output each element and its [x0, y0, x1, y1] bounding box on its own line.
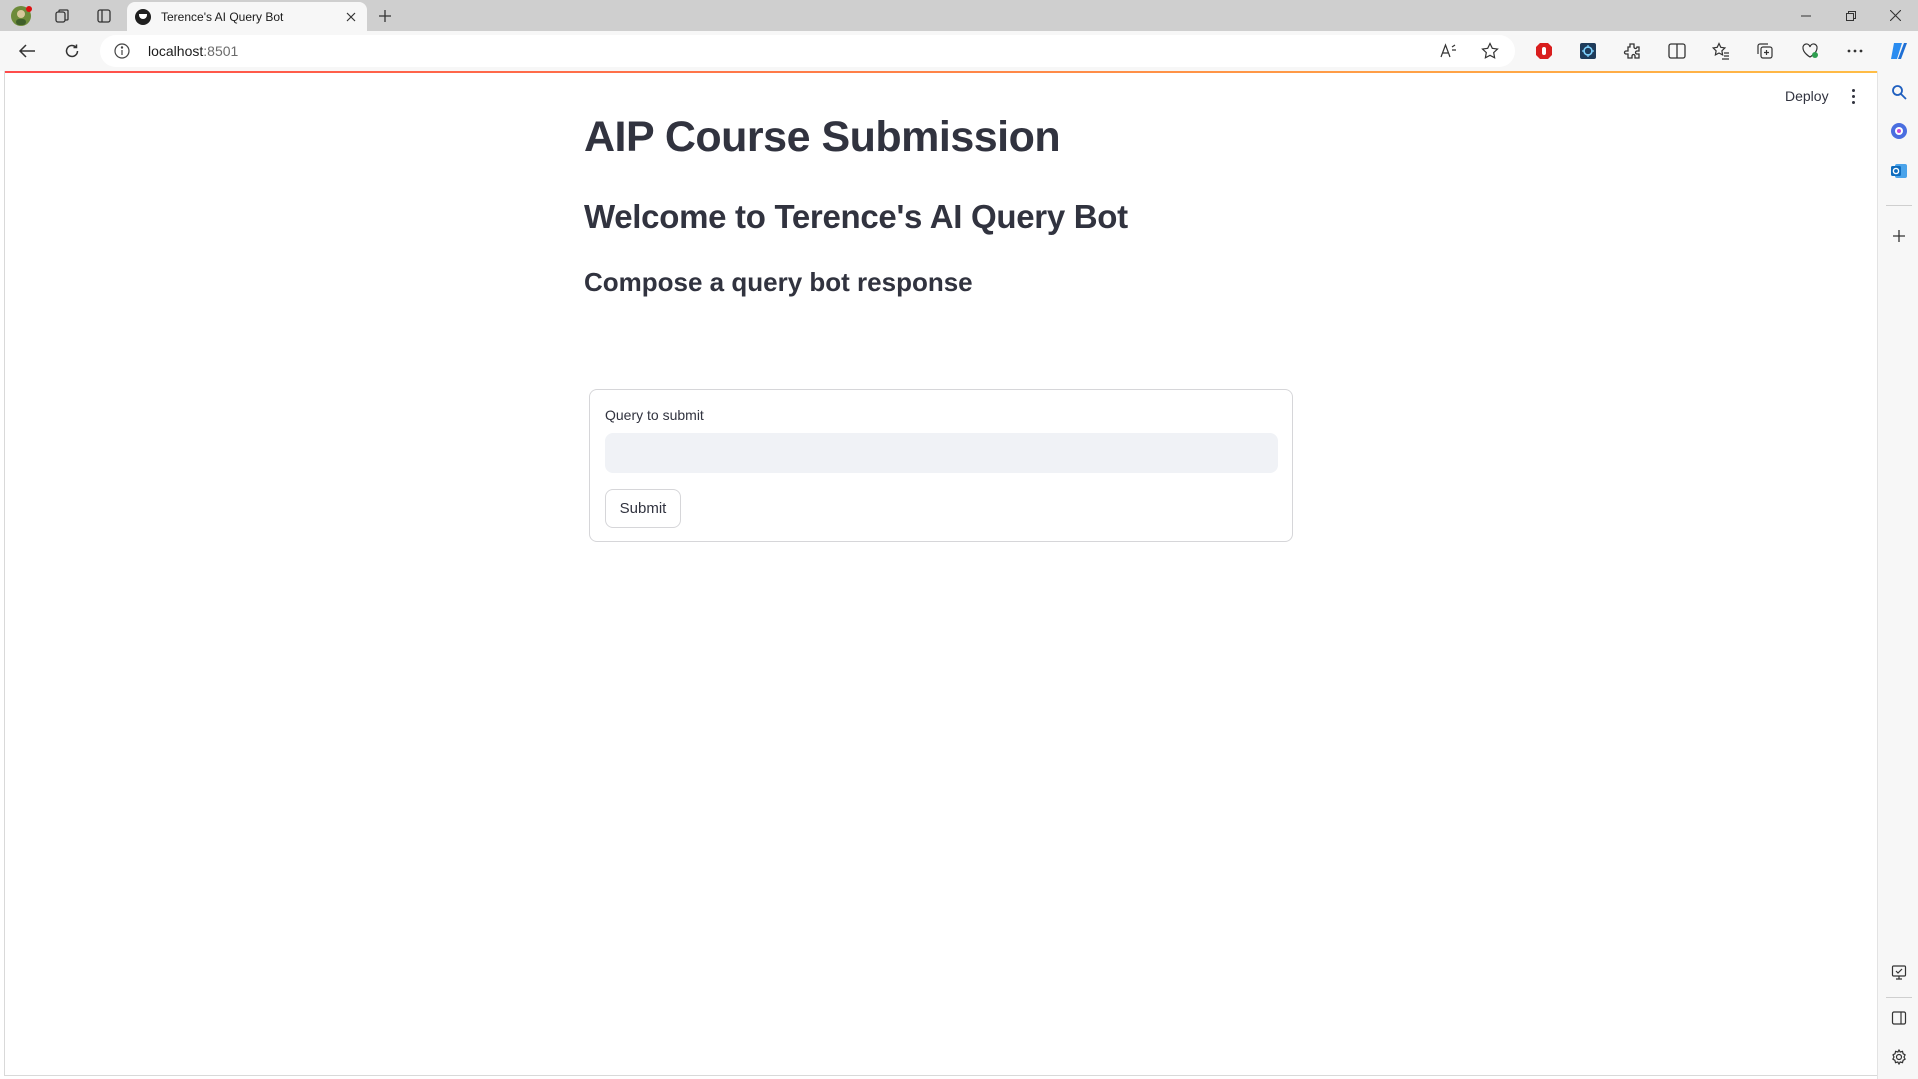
extension-blue-icon[interactable] — [1573, 37, 1603, 65]
address-bar[interactable]: localhost:8501 — [100, 35, 1515, 67]
site-info-icon[interactable] — [113, 42, 131, 60]
submit-button[interactable]: Submit — [605, 489, 681, 528]
collections-icon[interactable] — [1750, 37, 1780, 65]
more-icon[interactable] — [1840, 37, 1870, 65]
extensions-icon[interactable] — [1617, 37, 1647, 65]
sidebar-divider — [1886, 997, 1912, 998]
browser-sidebar — [1877, 71, 1918, 1079]
workspaces-icon[interactable] — [49, 3, 75, 29]
page-title: AIP Course Submission — [584, 113, 1061, 161]
deploy-button[interactable]: Deploy — [1781, 86, 1833, 106]
active-tab[interactable]: Terence's AI Query Bot — [127, 2, 367, 31]
search-icon[interactable] — [1887, 80, 1911, 104]
close-icon[interactable] — [343, 9, 359, 25]
performance-icon[interactable] — [1795, 37, 1825, 65]
screenshot-icon[interactable] — [1887, 960, 1911, 984]
split-screen-icon[interactable] — [1662, 37, 1692, 65]
add-icon[interactable] — [1887, 224, 1911, 248]
copilot-icon[interactable] — [1884, 37, 1914, 65]
tab-strip: Terence's AI Query Bot — [0, 0, 1918, 31]
query-input-label: Query to submit — [605, 407, 704, 423]
sidebar-divider — [1886, 205, 1912, 206]
tab-actions-icon[interactable] — [91, 3, 117, 29]
query-input[interactable] — [605, 433, 1278, 473]
read-aloud-icon[interactable] — [1437, 40, 1461, 62]
query-form: Query to submit Submit — [589, 389, 1293, 542]
back-icon[interactable] — [12, 37, 42, 65]
outlook-icon[interactable] — [1887, 159, 1911, 183]
url-text: localhost:8501 — [148, 43, 239, 59]
new-tab-icon[interactable] — [371, 3, 399, 29]
refresh-icon[interactable] — [57, 37, 87, 65]
minimize-icon[interactable] — [1783, 0, 1829, 31]
page-subheader: Welcome to Terence's AI Query Bot — [584, 198, 1128, 235]
header-decoration-bar — [5, 71, 1877, 73]
discover-icon[interactable] — [1887, 119, 1911, 143]
sidebar-toggle-icon[interactable] — [1887, 1006, 1911, 1030]
favorites-icon[interactable] — [1706, 37, 1736, 65]
restore-icon[interactable] — [1828, 0, 1874, 31]
extension-red-icon[interactable] — [1529, 37, 1559, 65]
favorite-star-icon[interactable] — [1478, 40, 1502, 62]
main-menu-icon[interactable] — [1843, 85, 1863, 107]
section-heading: Compose a query bot response — [584, 267, 973, 297]
settings-icon[interactable] — [1887, 1045, 1911, 1069]
streamlit-favicon-icon — [135, 8, 151, 25]
tab-title: Terence's AI Query Bot — [161, 9, 284, 24]
close-window-icon[interactable] — [1872, 0, 1918, 31]
profile-avatar[interactable] — [8, 3, 34, 29]
browser-toolbar: localhost:8501 — [0, 31, 1918, 71]
